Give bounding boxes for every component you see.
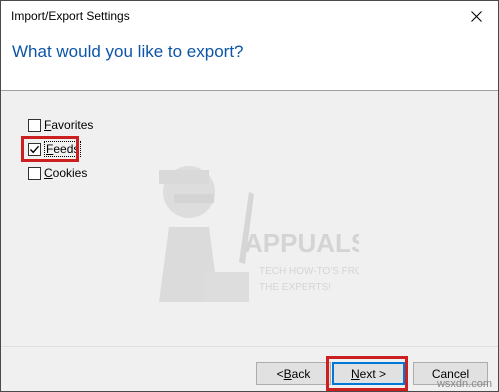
watermark-tagline-1: TECH HOW-TO'S FROM	[259, 266, 359, 277]
watermark-tagline-2: THE EXPERTS!	[259, 282, 331, 293]
next-button[interactable]: Next >	[332, 362, 405, 385]
back-label-rest: ack	[291, 366, 311, 381]
option-feeds[interactable]: Feeds	[28, 141, 82, 157]
close-icon	[470, 11, 482, 22]
feeds-label: Feeds	[44, 141, 82, 157]
options-panel: APPUALS TECH HOW-TO'S FROM THE EXPERTS! …	[1, 92, 498, 346]
option-favorites[interactable]: Favorites	[28, 117, 93, 133]
checkmark-icon	[29, 145, 40, 153]
import-export-dialog: Import/Export Settings What would you li…	[0, 0, 499, 392]
back-prefix: <	[276, 366, 284, 381]
cookies-label-rest: ookies	[52, 166, 88, 180]
feeds-checkbox[interactable]	[28, 142, 41, 156]
option-cookies[interactable]: Cookies	[28, 165, 87, 181]
wizard-header: What would you like to export?	[1, 32, 498, 91]
title-bar[interactable]: Import/Export Settings	[1, 1, 498, 32]
cookies-label: Cookies	[44, 166, 87, 180]
site-watermark: wsxdn.com	[436, 378, 492, 390]
page-heading: What would you like to export?	[12, 42, 244, 61]
back-button[interactable]: < Back	[256, 362, 331, 385]
favorites-label: Favorites	[44, 118, 93, 132]
cookies-checkbox[interactable]	[28, 166, 41, 180]
favorites-checkbox[interactable]	[28, 118, 41, 132]
close-button[interactable]	[454, 1, 498, 32]
appuals-watermark-logo: APPUALS TECH HOW-TO'S FROM THE EXPERTS!	[159, 166, 359, 302]
favorites-label-rest: avorites	[51, 118, 94, 132]
window-title: Import/Export Settings	[11, 9, 130, 23]
cookies-accelerator: C	[44, 166, 53, 180]
next-label-rest: ext >	[359, 366, 387, 381]
watermark-brand: APPUALS	[244, 228, 359, 258]
feeds-label-rest: eeds	[53, 142, 80, 156]
back-accelerator: B	[283, 366, 292, 381]
next-accelerator: N	[350, 366, 360, 381]
wizard-footer: < Back Next > Cancel wsxdn.com	[1, 346, 498, 391]
